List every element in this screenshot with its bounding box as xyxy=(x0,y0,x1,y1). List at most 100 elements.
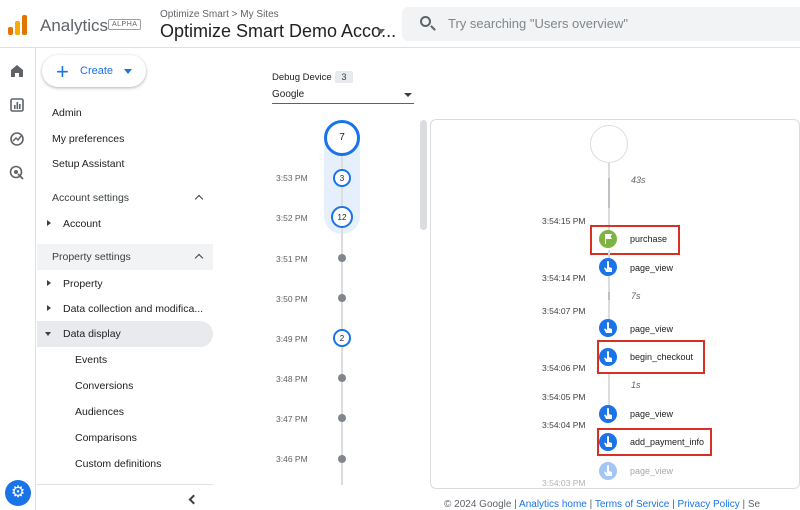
event-name[interactable]: page_view xyxy=(630,466,673,476)
nav-subitem-comparisons[interactable]: Comparisons xyxy=(75,432,137,444)
chevron-up-icon[interactable] xyxy=(194,253,204,263)
minute-dot[interactable] xyxy=(338,455,346,463)
minute-count[interactable]: 2 xyxy=(333,329,351,347)
event-time: 3:54:15 PM xyxy=(542,216,586,226)
scrollbar[interactable] xyxy=(420,120,427,230)
highlight-box xyxy=(597,340,705,374)
nav-item-my-preferences[interactable]: My preferences xyxy=(52,133,124,145)
divider xyxy=(37,484,213,485)
chevron-down-icon[interactable] xyxy=(124,69,132,74)
breadcrumb[interactable]: Optimize Smart > My Sites xyxy=(160,9,279,20)
minute-dot[interactable] xyxy=(338,414,346,422)
touch-icon[interactable] xyxy=(599,405,617,423)
chevron-up-icon[interactable] xyxy=(194,194,204,204)
touch-glyph xyxy=(604,408,612,419)
minute-label: 3:48 PM xyxy=(276,374,308,384)
left-rail xyxy=(0,48,36,510)
highlight-box xyxy=(597,428,712,456)
section-account-settings[interactable]: Account settings xyxy=(37,185,213,211)
nav-item-data-display[interactable]: Data display xyxy=(63,328,121,340)
home-icon[interactable] xyxy=(9,63,25,79)
search-icon[interactable] xyxy=(420,16,431,27)
minute-label: 3:50 PM xyxy=(276,294,308,304)
nav-subitem-custom-definitions[interactable]: Custom definitions xyxy=(75,458,161,470)
touch-glyph xyxy=(604,322,612,333)
nav-item-admin[interactable]: Admin xyxy=(52,107,82,119)
debug-device-select[interactable]: Google xyxy=(272,89,304,100)
app-name: Analytics xyxy=(40,16,109,35)
touch-glyph xyxy=(604,465,612,476)
search-input[interactable]: Try searching "Users overview" xyxy=(448,16,628,31)
touch-icon[interactable] xyxy=(599,462,617,480)
minute-label: 3:47 PM xyxy=(276,414,308,424)
nav-subitem-conversions[interactable]: Conversions xyxy=(75,380,133,392)
event-time: 3:54:04 PM xyxy=(542,420,586,430)
nav-subitem-audiences[interactable]: Audiences xyxy=(75,406,124,418)
event-name[interactable]: page_view xyxy=(630,263,673,273)
chevron-down-icon[interactable] xyxy=(377,29,385,34)
account-selector[interactable]: Optimize Smart Demo Acco... xyxy=(160,21,396,42)
highlight-box xyxy=(590,225,680,255)
section-property-settings[interactable]: Property settings xyxy=(37,244,213,270)
nav-item-account[interactable]: Account xyxy=(63,218,101,230)
minute-label: 3:53 PM xyxy=(276,173,308,183)
collapse-arrow-icon[interactable] xyxy=(45,332,51,336)
alpha-badge: ALPHA xyxy=(108,19,142,30)
explore-icon[interactable] xyxy=(9,131,25,147)
minute-count[interactable]: 3 xyxy=(333,169,351,187)
event-time: 3:54:07 PM xyxy=(542,306,586,316)
gear-icon[interactable]: ⚙ xyxy=(5,480,31,506)
gap-label: 43s xyxy=(631,175,646,185)
touch-icon[interactable] xyxy=(599,258,617,276)
minute-label: 3:51 PM xyxy=(276,254,308,264)
create-button-label[interactable]: Create xyxy=(80,65,113,77)
event-name[interactable]: page_view xyxy=(630,409,673,419)
plus-icon: + xyxy=(56,59,69,84)
analytics-logo[interactable] xyxy=(8,13,30,35)
event-time: 3:54:05 PM xyxy=(542,392,586,402)
minutes-timeline xyxy=(341,150,343,485)
top-event-count[interactable]: 7 xyxy=(324,120,360,156)
minute-label: 3:52 PM xyxy=(276,213,308,223)
event-time: 3:54:14 PM xyxy=(542,273,586,283)
minute-dot[interactable] xyxy=(338,254,346,262)
section-label: Property settings xyxy=(52,251,131,263)
gap-label: 7s xyxy=(631,291,641,301)
stream-gap-bar xyxy=(608,178,610,208)
expand-arrow-icon[interactable] xyxy=(47,220,51,226)
debug-device-count: 3 xyxy=(335,71,353,83)
footer-link-terms[interactable]: Terms of Service xyxy=(595,499,669,510)
event-time: 3:54:06 PM xyxy=(542,363,586,373)
touch-glyph xyxy=(604,261,612,272)
minute-count[interactable]: 12 xyxy=(331,206,353,228)
expand-arrow-icon[interactable] xyxy=(47,305,51,311)
event-name[interactable]: page_view xyxy=(630,324,673,334)
touch-icon[interactable] xyxy=(599,319,617,337)
minute-dot[interactable] xyxy=(338,374,346,382)
stream-top-marker xyxy=(590,125,628,163)
advertising-icon[interactable] xyxy=(9,165,25,181)
section-label: Account settings xyxy=(52,192,130,204)
footer-tail[interactable]: Se xyxy=(748,499,760,510)
nav-item-data-collection[interactable]: Data collection and modifica... xyxy=(63,303,203,315)
expand-arrow-icon[interactable] xyxy=(47,280,51,286)
footer-link-analytics-home[interactable]: Analytics home xyxy=(519,499,587,510)
select-underline xyxy=(272,103,414,104)
minute-label: 3:46 PM xyxy=(276,454,308,464)
dropdown-arrow-icon[interactable] xyxy=(404,93,412,97)
nav-item-setup-assistant[interactable]: Setup Assistant xyxy=(52,158,124,170)
footer-copyright: © 2024 Google | xyxy=(444,499,517,510)
minute-dot[interactable] xyxy=(338,294,346,302)
event-time: 3:54:03 PM xyxy=(542,478,586,488)
stream-gap-bar xyxy=(608,292,610,300)
nav-subitem-events[interactable]: Events xyxy=(75,354,107,366)
footer: © 2024 Google | Analytics home | Terms o… xyxy=(444,499,761,510)
minute-label: 3:49 PM xyxy=(276,334,308,344)
footer-link-privacy[interactable]: Privacy Policy xyxy=(677,499,739,510)
reports-icon[interactable] xyxy=(9,97,25,113)
debug-device-label: Debug Device xyxy=(272,72,332,83)
stream-connector xyxy=(608,374,610,406)
nav-item-property[interactable]: Property xyxy=(63,278,103,290)
gap-label: 1s xyxy=(631,380,641,390)
stream-connector xyxy=(608,163,610,178)
